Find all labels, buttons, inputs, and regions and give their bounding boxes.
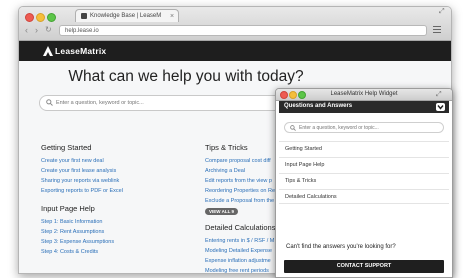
- widget-item-getting-started[interactable]: Getting Started: [279, 141, 449, 156]
- collapse-button[interactable]: [436, 103, 445, 111]
- link-exporting-reports[interactable]: Exporting reports to PDF or Excel: [41, 188, 123, 194]
- link-free-rent-periods[interactable]: Modeling free rent periods: [205, 268, 269, 273]
- address-text: help.lease.io: [65, 28, 99, 34]
- widget-header-title: Questions and Answers: [284, 103, 353, 109]
- search-input[interactable]: [56, 97, 296, 109]
- view-all-button[interactable]: VIEW ALL 9: [205, 208, 239, 215]
- close-window-button[interactable]: [25, 13, 34, 22]
- widget-search-input[interactable]: [299, 123, 439, 132]
- link-create-lease-analysis[interactable]: Create your first lease analysis: [41, 168, 116, 174]
- browser-tab[interactable]: Knowledge Base | LeaseM ×: [75, 9, 179, 22]
- link-create-new-deal[interactable]: Create your first new deal: [41, 158, 104, 164]
- back-icon[interactable]: ‹: [25, 24, 28, 36]
- link-step-4[interactable]: Step 4: Costs & Credits: [41, 249, 98, 255]
- logo-text[interactable]: LeaseMatrix: [55, 46, 106, 56]
- section-title-detailed-calculations: Detailed Calculations: [205, 223, 276, 232]
- forward-icon[interactable]: ›: [35, 24, 38, 36]
- section-title-tips-tricks: Tips & Tricks: [205, 143, 248, 152]
- minimize-window-button[interactable]: [36, 13, 45, 22]
- link-edit-reports[interactable]: Edit reports from the view p: [205, 178, 272, 184]
- widget-close-button[interactable]: [280, 91, 288, 99]
- tab-title: Knowledge Base | LeaseM: [90, 13, 162, 19]
- link-expense-inflation[interactable]: Expense inflation adjustme: [205, 258, 271, 264]
- widget-item-input-page-help[interactable]: Input Page Help: [279, 157, 449, 172]
- widget-zoom-button[interactable]: [298, 91, 306, 99]
- link-exclude-proposal[interactable]: Exclude a Proposal from the: [205, 198, 274, 204]
- widget-titlebar: LeaseMatrix Help Widget ⤢: [276, 89, 452, 101]
- close-tab-icon[interactable]: ×: [170, 10, 174, 22]
- search-icon: [290, 125, 296, 131]
- browser-chrome: Knowledge Base | LeaseM × ⤢ ‹ › ↻ help.l…: [19, 7, 451, 41]
- chevron-down-icon: [437, 105, 444, 110]
- site-header: LeaseMatrix: [19, 41, 451, 61]
- favicon-icon: [81, 13, 87, 19]
- widget-item-tips-tricks[interactable]: Tips & Tricks: [279, 173, 449, 188]
- link-compare-proposal[interactable]: Compare proposal cost diff: [205, 158, 271, 164]
- link-archiving-deal[interactable]: Archiving a Deal: [205, 168, 245, 174]
- address-bar[interactable]: help.lease.io: [59, 25, 427, 36]
- leasematrix-logo-icon: [43, 46, 53, 56]
- link-entering-rents[interactable]: Entering rents in $ / RSF / M: [205, 238, 274, 244]
- section-title-input-page-help: Input Page Help: [41, 204, 95, 213]
- widget-item-detailed-calculations[interactable]: Detailed Calculations: [279, 189, 449, 204]
- widget-search[interactable]: [284, 122, 444, 133]
- link-step-1[interactable]: Step 1: Basic Information: [41, 219, 102, 225]
- widget-minimize-button[interactable]: [289, 91, 297, 99]
- address-bar-row: ‹ › ↻ help.lease.io: [19, 23, 451, 39]
- zoom-window-button[interactable]: [47, 13, 56, 22]
- link-reordering-properties[interactable]: Reordering Properties on Re: [205, 188, 275, 194]
- browser-menu-icon[interactable]: [433, 26, 441, 34]
- contact-support-button[interactable]: CONTACT SUPPORT: [284, 260, 444, 273]
- search-icon: [46, 99, 53, 106]
- page-title: What can we help you with today?: [68, 68, 304, 85]
- support-prompt: Can't find the answers you're looking fo…: [286, 244, 396, 250]
- widget-header: Questions and Answers: [279, 101, 449, 113]
- widget-window-title: LeaseMatrix Help Widget: [330, 91, 398, 97]
- help-widget-window: LeaseMatrix Help Widget ⤢ Questions and …: [275, 88, 453, 278]
- link-step-3[interactable]: Step 3: Expense Assumptions: [41, 239, 114, 245]
- reload-icon[interactable]: ↻: [45, 24, 52, 36]
- widget-fullscreen-icon[interactable]: ⤢: [436, 89, 442, 100]
- link-step-2[interactable]: Step 2: Rent Assumptions: [41, 229, 104, 235]
- link-detailed-expense[interactable]: Modeling Detailed Expense: [205, 248, 272, 254]
- link-sharing-reports[interactable]: Sharing your reports via weblink: [41, 178, 119, 184]
- section-title-getting-started: Getting Started: [41, 143, 92, 152]
- fullscreen-icon[interactable]: ⤢: [439, 8, 445, 16]
